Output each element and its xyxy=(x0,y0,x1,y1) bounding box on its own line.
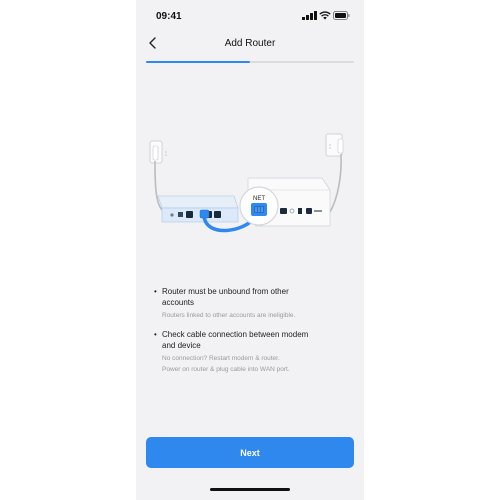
checklist-item-note: No connection? Restart modem & router. xyxy=(162,355,280,362)
next-button[interactable]: Next xyxy=(146,437,354,468)
progress-fill xyxy=(146,61,250,63)
bullet-icon: • xyxy=(154,330,157,339)
checklist-item-title: Check cable connection between modem xyxy=(162,330,309,339)
checklist-item: • Router must be unbound from other accoun… xyxy=(154,286,354,321)
battery-icon xyxy=(333,11,350,20)
checklist-item-note: Routers linked to other accounts are ine… xyxy=(162,312,296,319)
status-bar: 09:41 xyxy=(136,0,364,30)
signal-icon xyxy=(302,11,317,20)
home-indicator xyxy=(210,488,290,491)
net-port-magnifier: NET xyxy=(239,186,279,226)
checklist-item-title: and device xyxy=(162,341,201,350)
bullet-icon: • xyxy=(154,287,157,296)
modem-device-icon xyxy=(157,195,239,223)
requirements-checklist: • Router must be unbound from other accoun… xyxy=(154,286,354,383)
checklist-item-title: accounts xyxy=(162,298,195,307)
net-port-label: NET xyxy=(253,196,265,202)
wifi-icon xyxy=(319,11,331,20)
status-time: 09:41 xyxy=(156,11,182,22)
step-progress-bar xyxy=(146,61,354,63)
router-connection-illustration: NET xyxy=(149,133,344,233)
status-icons xyxy=(302,11,350,21)
left-power-outlet-icon xyxy=(149,140,167,164)
checklist-item-title: Router must be unbound from other xyxy=(162,287,289,296)
page-title: Add Router xyxy=(224,38,276,49)
phone-screen: 09:41 Add Router NET • Router must be un… xyxy=(136,0,364,500)
checklist-item: • Check cable connection between modem and… xyxy=(154,329,354,375)
right-power-outlet-icon xyxy=(325,133,344,157)
nav-bar: Add Router xyxy=(136,30,364,58)
checklist-item-note: Power on router & plug cable into WAN po… xyxy=(162,366,290,373)
